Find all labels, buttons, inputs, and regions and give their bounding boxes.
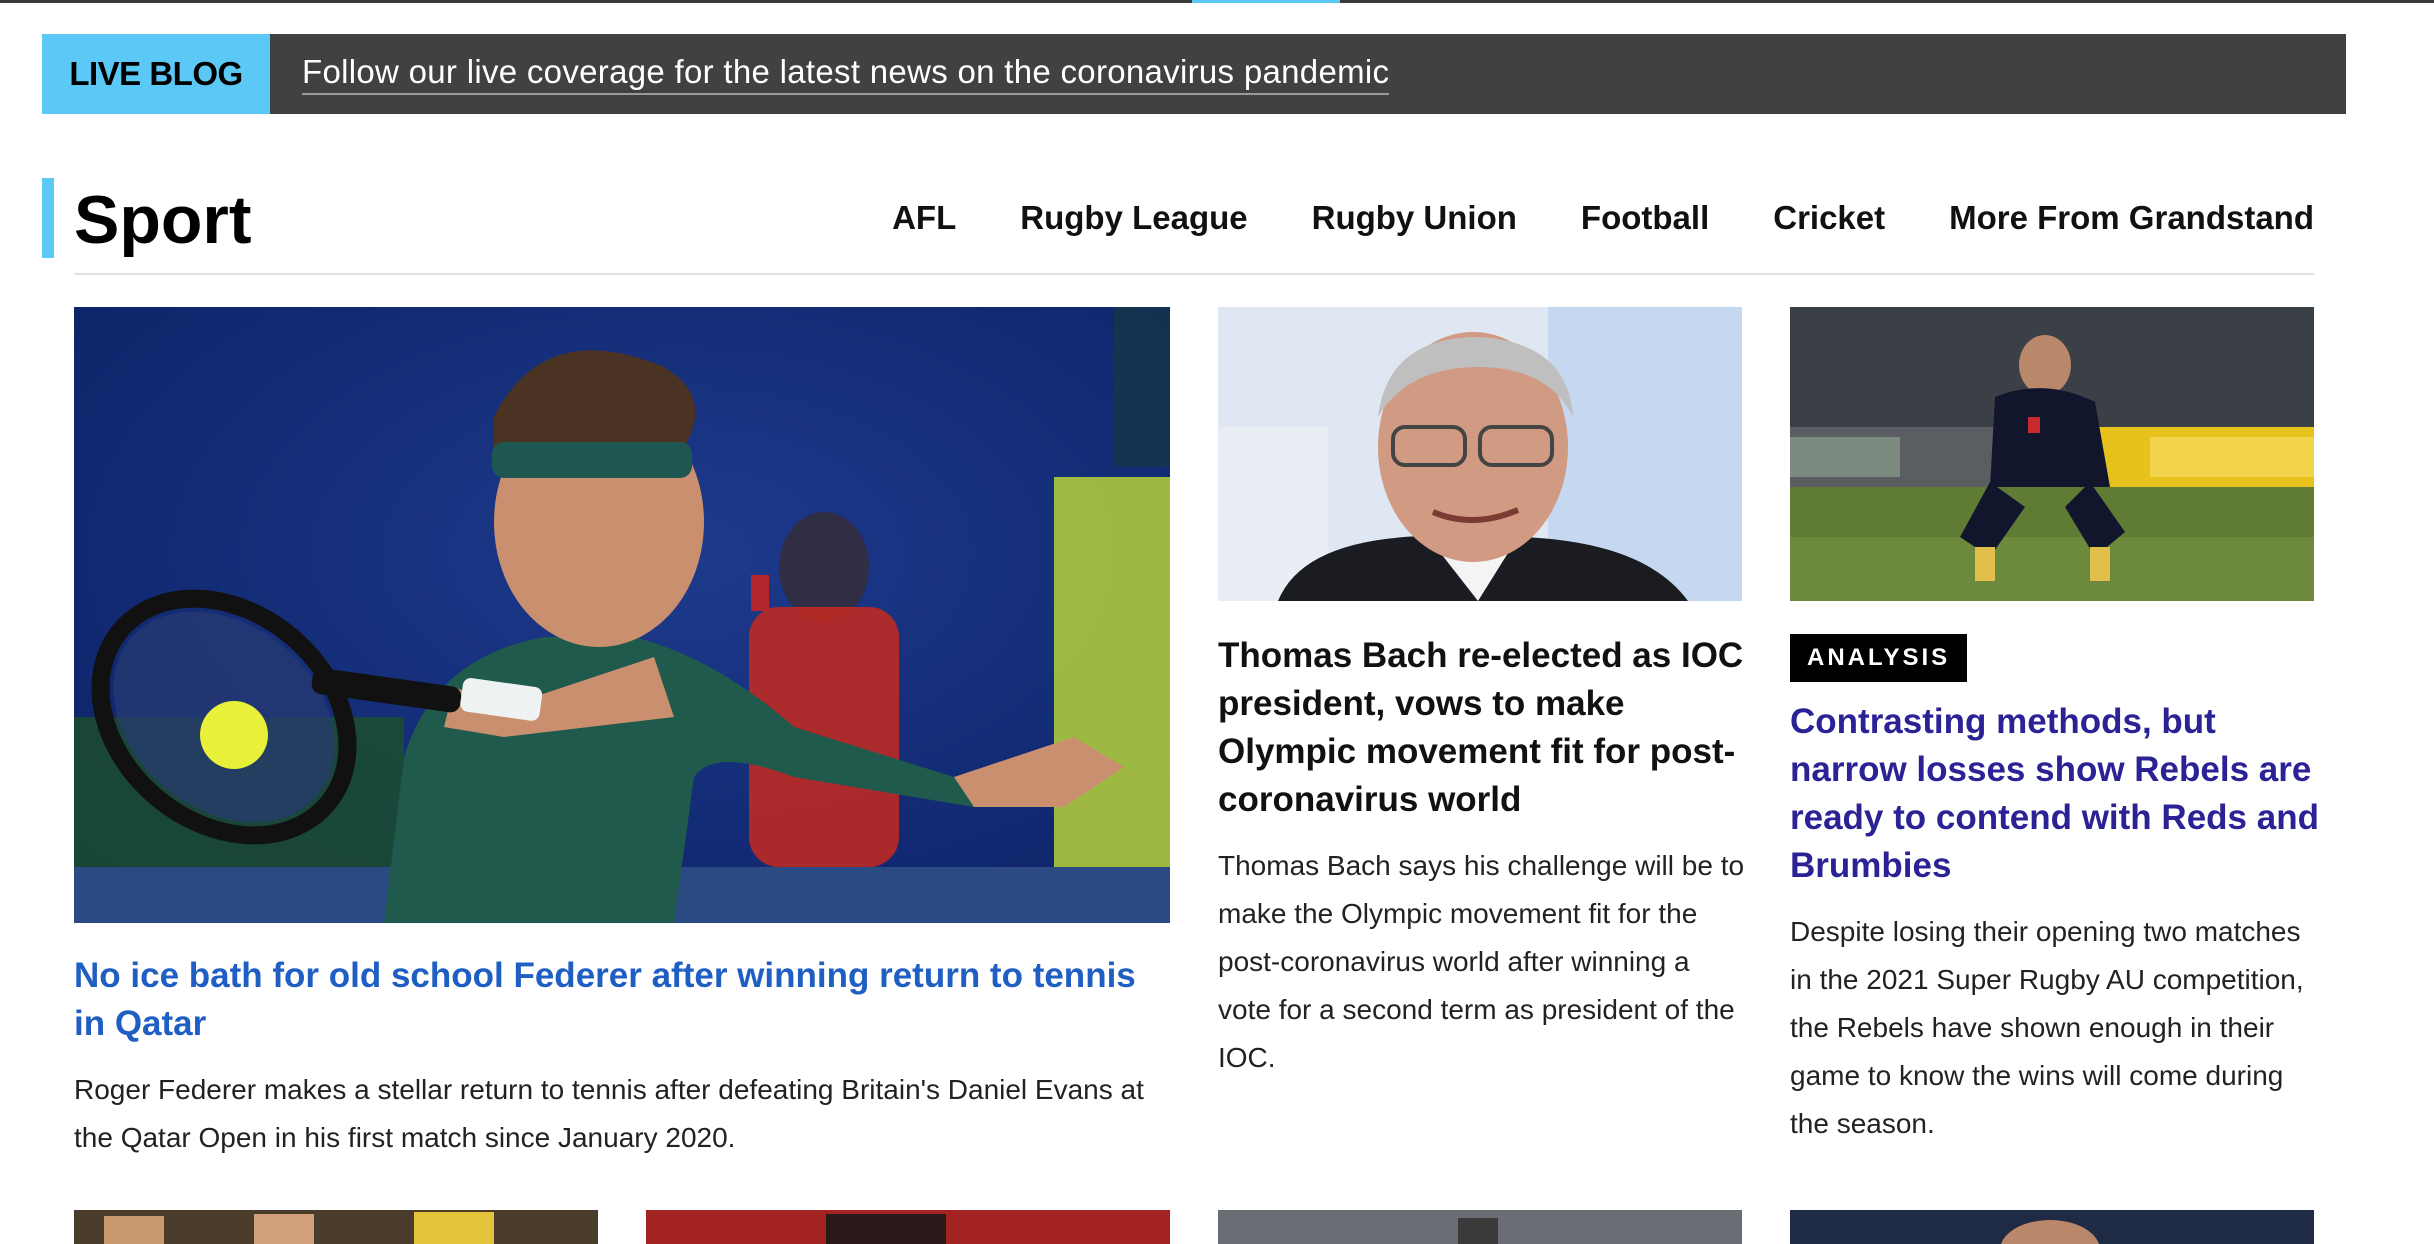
nav-more-from-grandstand[interactable]: More From Grandstand xyxy=(1949,194,2314,242)
section-divider xyxy=(74,273,2314,275)
rebels-story-description: Despite losing their opening two matches… xyxy=(1790,916,2304,1139)
nav-rugby-union[interactable]: Rugby Union xyxy=(1312,194,1517,242)
story-image-row2-1[interactable] xyxy=(74,1210,598,1244)
nav-football[interactable]: Football xyxy=(1581,194,1709,242)
sport-nav: AFL Rugby League Rugby Union Football Cr… xyxy=(892,194,2314,242)
hero-story-image[interactable] xyxy=(74,307,1170,923)
bach-story-title[interactable]: Thomas Bach re-elected as IOC president,… xyxy=(1218,632,1748,824)
story-image-row2-4[interactable] xyxy=(1790,1210,2314,1244)
hero-story-description: Roger Federer makes a stellar return to … xyxy=(74,1074,1144,1153)
section-title: Sport xyxy=(74,182,252,258)
tennis-player-photo xyxy=(74,307,1170,923)
section-header: Sport AFL Rugby League Rugby Union Footb… xyxy=(42,178,2314,275)
bach-story-image[interactable] xyxy=(1218,307,1742,601)
hero-story-title[interactable]: No ice bath for old school Federer after… xyxy=(74,952,1174,1048)
rebels-story-image[interactable] xyxy=(1790,307,2314,601)
crowd-photo xyxy=(74,1210,598,1244)
analysis-badge: ANALYSIS xyxy=(1790,634,1968,682)
story-image-row2-2[interactable] xyxy=(646,1210,1170,1244)
story-image-row2-3[interactable] xyxy=(1218,1210,1742,1244)
rugby-player-photo xyxy=(1790,307,2314,601)
section-accent-bar xyxy=(42,178,54,258)
loading-indicator xyxy=(1192,0,1340,3)
nav-rugby-league[interactable]: Rugby League xyxy=(1020,194,1247,242)
rebels-story-title[interactable]: Contrasting methods, but narrow losses s… xyxy=(1790,698,2320,890)
live-blog-banner: LIVE BLOG Follow our live coverage for t… xyxy=(42,34,2346,114)
nav-afl[interactable]: AFL xyxy=(892,194,956,242)
live-blog-badge: LIVE BLOG xyxy=(42,34,270,114)
portrait-photo xyxy=(1790,1210,2314,1244)
live-blog-link[interactable]: Follow our live coverage for the latest … xyxy=(302,53,1390,95)
bach-story-description: Thomas Bach says his challenge will be t… xyxy=(1218,850,1745,1073)
thomas-bach-photo xyxy=(1218,307,1742,601)
nav-cricket[interactable]: Cricket xyxy=(1773,194,1885,242)
red-jersey-photo xyxy=(646,1210,1170,1244)
stadium-photo xyxy=(1218,1210,1742,1244)
